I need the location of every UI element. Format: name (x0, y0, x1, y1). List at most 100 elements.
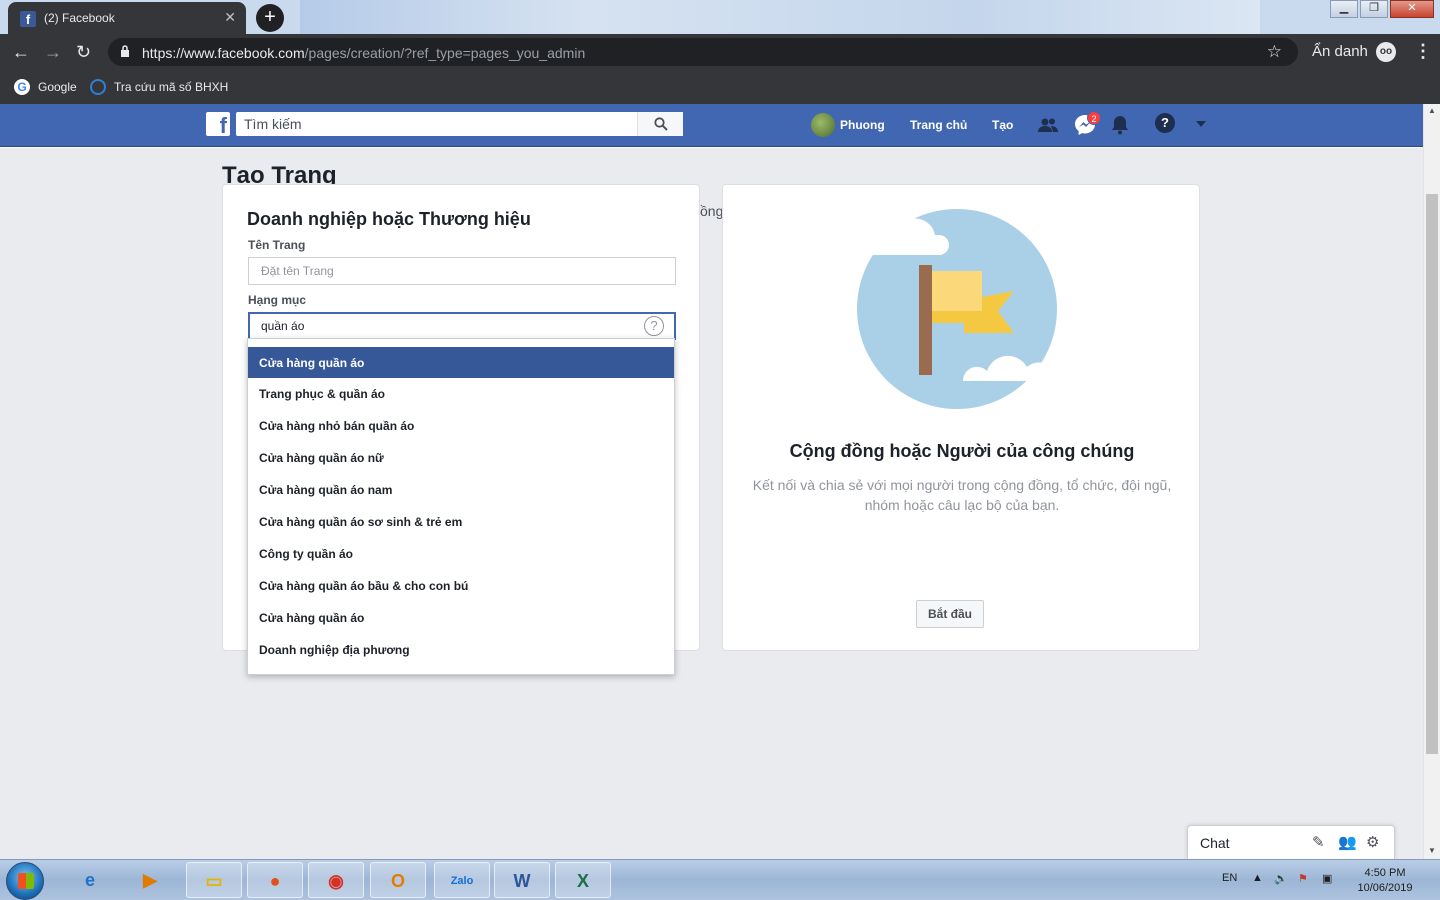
category-option[interactable]: Cửa hàng quần áo (248, 347, 674, 378)
forward-icon[interactable]: → (44, 42, 62, 63)
community-card: Cộng đồng hoặc Người của công chúng Kết … (722, 184, 1200, 651)
network-flag-icon[interactable]: ⚑ (1298, 872, 1308, 885)
chat-bar[interactable]: Chat ✎ 👥 ⚙ (1187, 825, 1395, 859)
facebook-favicon-icon: f (20, 11, 36, 27)
windows-logo-icon (18, 873, 34, 889)
back-icon[interactable]: ← (12, 42, 30, 63)
help-icon[interactable]: ? (1155, 113, 1175, 133)
media-player-icon[interactable]: ▶ (122, 862, 178, 898)
window-controls: ▁ ❐ ✕ (1328, 0, 1434, 18)
new-tab-button[interactable]: + (256, 4, 284, 32)
minimize-button[interactable]: ▁ (1330, 0, 1358, 18)
excel-icon[interactable]: X (555, 862, 611, 898)
zalo-icon[interactable]: Zalo (434, 862, 490, 898)
hidden-text-fragment: ồng (700, 203, 724, 219)
notifications-bell-icon[interactable] (1108, 113, 1132, 137)
file-explorer-icon[interactable]: ▭ (186, 862, 242, 898)
clock-date: 10/06/2019 (1357, 882, 1413, 894)
bookmark-star-icon[interactable]: ☆ (1267, 42, 1282, 62)
category-option[interactable]: Công ty quần áo (248, 538, 674, 570)
chat-settings-gear-icon[interactable]: ⚙ (1366, 833, 1379, 851)
avatar[interactable] (811, 113, 835, 137)
outlook-icon[interactable]: O (370, 862, 426, 898)
facebook-search (236, 112, 683, 136)
windows-taskbar: e ▶ ▭ ● ◉ O Zalo W X EN ▲ 🔈 ⚑ ▣ 4:50 PM … (0, 859, 1440, 900)
bookmark-bhxh[interactable]: Tra cứu mã số BHXH (90, 79, 228, 95)
maximize-button[interactable]: ❐ (1360, 0, 1388, 18)
chrome-icon[interactable]: ◉ (308, 862, 364, 898)
category-input[interactable] (248, 312, 676, 340)
business-card-title: Doanh nghiệp hoặc Thương hiệu (247, 209, 531, 229)
incognito-label[interactable]: Ẩn danh (1312, 43, 1368, 60)
search-input[interactable] (236, 112, 636, 136)
scroll-up-icon[interactable]: ▲ (1428, 106, 1436, 115)
category-option[interactable]: Doanh nghiệp địa phương (248, 634, 674, 666)
category-help-icon[interactable]: ? (644, 316, 664, 336)
search-icon (653, 117, 668, 131)
category-option[interactable]: Cửa hàng nhỏ bán quần áo (248, 410, 674, 442)
network-icon[interactable]: ▣ (1322, 872, 1332, 885)
profile-link[interactable]: Phuong (840, 118, 885, 132)
internet-explorer-icon[interactable]: e (62, 862, 118, 898)
language-indicator[interactable]: EN (1222, 872, 1237, 884)
bookmark-label: Tra cứu mã số BHXH (114, 80, 229, 94)
page-name-input[interactable] (248, 257, 676, 285)
page-name-label: Tên Trang (248, 238, 306, 252)
tab-close-icon[interactable]: ✕ (224, 9, 236, 26)
category-option[interactable]: Cửa hàng quần áo (248, 602, 674, 634)
description-line: nhóm hoặc câu lạc bộ của bạn. (864, 497, 1060, 513)
word-icon[interactable]: W (494, 862, 550, 898)
facebook-logo-icon[interactable]: f (206, 112, 230, 136)
tray-expand-icon[interactable]: ▲ (1252, 872, 1263, 884)
system-clock[interactable]: 4:50 PM 10/06/2019 (1350, 866, 1420, 896)
category-option[interactable]: Cửa hàng quần áo bầu & cho con bú (248, 570, 674, 602)
url-text: https://www.facebook.com/pages/creation/… (142, 45, 585, 61)
scrollbar-thumb[interactable] (1426, 194, 1438, 754)
volume-icon[interactable]: 🔈 (1274, 872, 1288, 885)
bookmarks-bar: G Google Tra cứu mã số BHXH (0, 70, 1440, 104)
facebook-top-bar: f Phuong Trang chủ Tạo ? (0, 104, 1423, 147)
bhxh-icon (90, 79, 106, 95)
reload-icon[interactable]: ↻ (76, 42, 91, 63)
bookmark-label: Google (38, 80, 77, 94)
bookmark-google[interactable]: G Google (14, 79, 77, 95)
scroll-down-icon[interactable]: ▼ (1428, 846, 1436, 855)
background-window-blur (300, 0, 1260, 34)
messenger-badge: 2 (1087, 111, 1101, 125)
new-message-icon[interactable]: ✎ (1312, 833, 1325, 851)
category-label: Hạng mục (248, 293, 307, 307)
url-host: https://www.facebook.com (142, 45, 305, 61)
friend-requests-icon[interactable] (1036, 113, 1060, 137)
search-button[interactable] (637, 112, 683, 136)
window-close-button[interactable]: ✕ (1390, 0, 1434, 18)
clock-time: 4:50 PM (1364, 867, 1406, 879)
create-group-icon[interactable]: 👥 (1338, 833, 1357, 851)
create-link[interactable]: Tạo (992, 118, 1013, 132)
browser-tab-facebook[interactable]: f (2) Facebook ✕ (8, 2, 246, 34)
address-bar[interactable]: https://www.facebook.com/pages/creation/… (108, 38, 1298, 66)
start-button[interactable] (6, 862, 44, 900)
page-scrollbar[interactable]: ▲ ▼ (1423, 104, 1440, 859)
browser-tab-strip: f (2) Facebook ✕ + ▁ ❐ ✕ (0, 0, 1440, 34)
category-option[interactable]: Cửa hàng quần áo nam (248, 474, 674, 506)
account-menu-caret-icon[interactable] (1196, 121, 1206, 127)
community-card-title: Cộng đồng hoặc Người của công chúng (789, 441, 1135, 461)
community-card-description: Kết nối và chia sẻ với mọi người trong c… (743, 475, 1181, 515)
category-option[interactable]: Cửa hàng quần áo sơ sinh & trẻ em (248, 506, 674, 538)
category-suggestions-dropdown: Cửa hàng quần áo Trang phục & quần áo Cử… (247, 338, 675, 675)
get-started-button[interactable]: Bắt đầu (916, 600, 984, 628)
url-path: /pages/creation/?ref_type=pages_you_admi… (304, 45, 586, 61)
tab-title: (2) Facebook (44, 11, 115, 25)
flag-illustration-icon (857, 209, 1058, 409)
category-option[interactable]: Cửa hàng quần áo nữ (248, 442, 674, 474)
google-icon: G (14, 79, 30, 95)
category-option[interactable]: Trang phục & quần áo (248, 378, 674, 410)
description-line: Kết nối và chia sẻ với mọi người trong c… (752, 477, 1172, 493)
lock-icon (121, 45, 129, 57)
chat-label: Chat (1200, 835, 1230, 851)
incognito-icon[interactable]: oo (1376, 42, 1396, 62)
browser-toolbar: ← → ↻ https://www.facebook.com/pages/cre… (0, 34, 1440, 70)
home-link[interactable]: Trang chủ (910, 118, 967, 132)
menu-kebab-icon[interactable]: ⋮ (1414, 41, 1432, 62)
firefox-icon[interactable]: ● (247, 862, 303, 898)
